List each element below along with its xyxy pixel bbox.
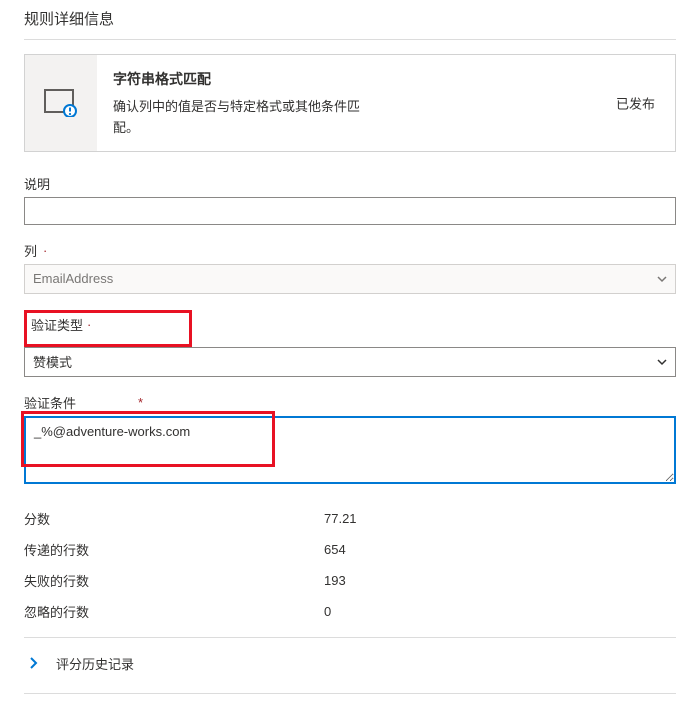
column-label: 列·: [24, 241, 676, 260]
stat-row-failed: 失败的行数 193: [24, 565, 676, 596]
divider: [24, 39, 676, 40]
stat-label-failed: 失败的行数: [24, 571, 324, 590]
required-dot: ·: [87, 317, 91, 332]
rule-status: 已发布: [616, 93, 655, 112]
page-title: 规则详细信息: [24, 8, 676, 39]
validation-condition-input[interactable]: [24, 416, 676, 484]
description-label: 说明: [24, 174, 676, 193]
column-label-text: 列: [24, 241, 37, 260]
required-asterisk: *: [138, 395, 143, 410]
stat-value-failed: 193: [324, 573, 346, 588]
stat-label-ignored: 忽略的行数: [24, 602, 324, 621]
rule-desc: 确认列中的值是否与特定格式或其他条件匹配。: [113, 97, 373, 139]
stat-label-passed: 传递的行数: [24, 540, 324, 559]
stat-row-passed: 传递的行数 654: [24, 534, 676, 565]
field-validation-type: [24, 347, 676, 377]
field-validation-condition: 验证条件 *: [24, 393, 676, 487]
divider: [24, 637, 676, 638]
vtype-label-text: 验证类型: [31, 315, 83, 334]
highlight-validation-type-label: 验证类型 ·: [24, 310, 192, 347]
rule-summary-card: 字符串格式匹配 确认列中的值是否与特定格式或其他条件匹配。 已发布: [24, 54, 676, 152]
vtype-label: 验证类型 ·: [31, 315, 185, 334]
score-history-label: 评分历史记录: [56, 654, 134, 673]
column-select[interactable]: [24, 264, 676, 294]
stat-label-score: 分数: [24, 509, 324, 528]
vcond-label: 验证条件 *: [24, 393, 676, 412]
rule-type-icon: [44, 89, 78, 117]
field-column: 列·: [24, 241, 676, 294]
description-input[interactable]: [24, 197, 676, 225]
chevron-right-icon: [28, 657, 38, 669]
vcond-label-text: 验证条件: [24, 393, 76, 412]
required-dot: ·: [43, 243, 47, 258]
rule-icon-box: [25, 55, 97, 151]
stat-row-ignored: 忽略的行数 0: [24, 596, 676, 627]
stat-value-score: 77.21: [324, 511, 357, 526]
stats-section: 分数 77.21 传递的行数 654 失败的行数 193 忽略的行数 0: [24, 503, 676, 627]
score-history-toggle[interactable]: 评分历史记录: [24, 644, 676, 683]
rule-title: 字符串格式匹配: [113, 69, 659, 89]
stat-value-ignored: 0: [324, 604, 331, 619]
validation-type-select[interactable]: [24, 347, 676, 377]
field-description: 说明: [24, 174, 676, 225]
stat-value-passed: 654: [324, 542, 346, 557]
stat-row-score: 分数 77.21: [24, 503, 676, 534]
